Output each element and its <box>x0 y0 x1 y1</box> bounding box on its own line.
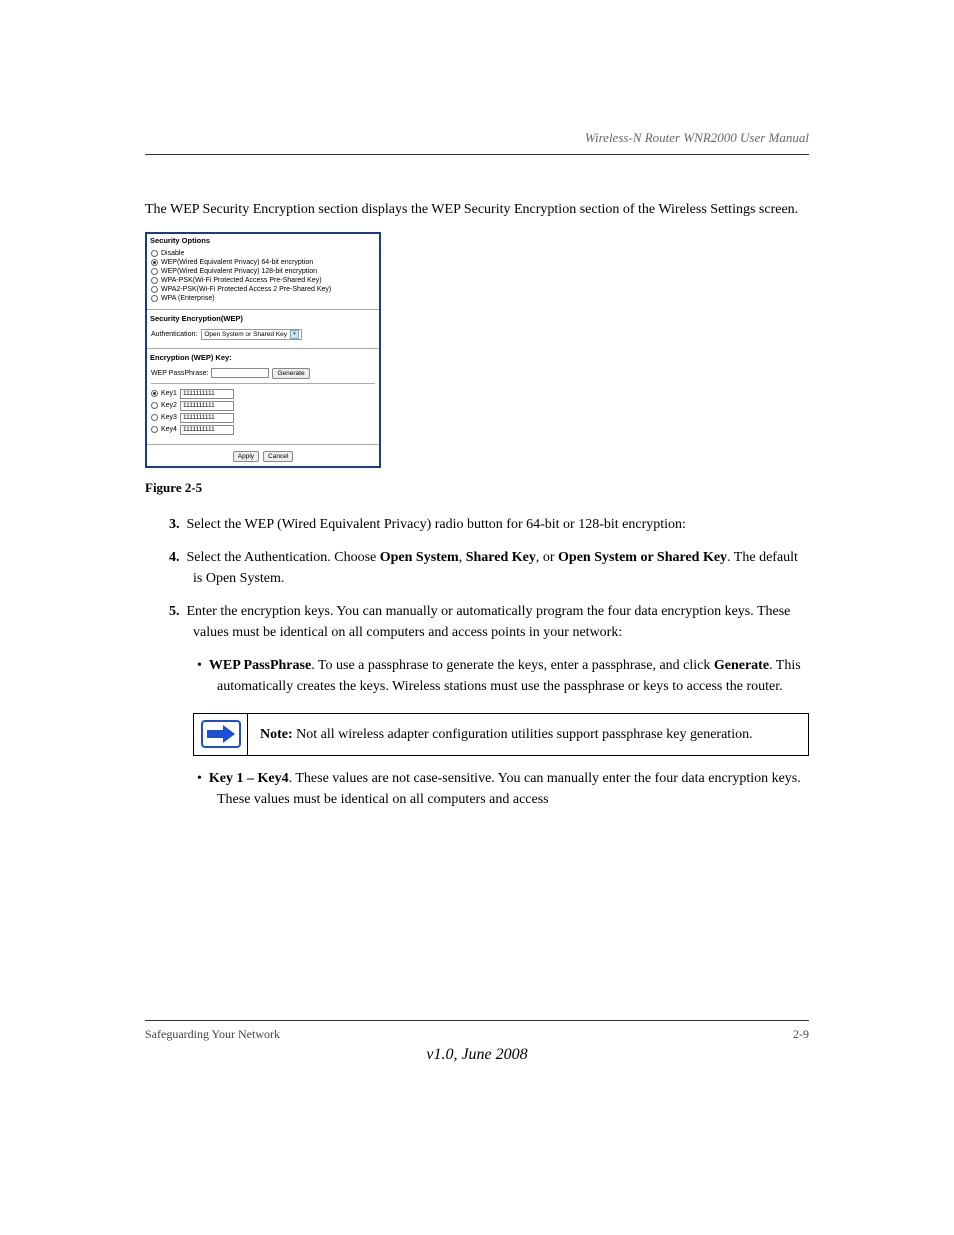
encryption-key-header: Encryption (WEP) Key: <box>147 351 379 364</box>
radio-icon <box>151 286 158 293</box>
note-label: Note: <box>260 727 293 742</box>
step-5: 5. Enter the encryption keys. You can ma… <box>145 601 809 643</box>
footer-divider <box>145 1020 809 1021</box>
option-wep128[interactable]: WEP(Wired Equivalent Privacy) 128-bit en… <box>151 267 375 276</box>
radio-icon <box>151 259 158 266</box>
key1-input[interactable] <box>180 389 234 399</box>
note-container: Note: Not all wireless adapter configura… <box>145 713 809 756</box>
option-wpa-psk[interactable]: WPA-PSK(Wi-Fi Protected Access Pre-Share… <box>151 276 375 285</box>
security-options-header: Security Options <box>147 234 379 247</box>
section-divider <box>147 309 379 310</box>
radio-icon <box>151 295 158 302</box>
option-label: WPA (Enterprise) <box>161 295 215 302</box>
key-label: Key4 <box>161 426 177 433</box>
option-label: Disable <box>161 250 184 257</box>
radio-icon <box>151 268 158 275</box>
option-label: WEP(Wired Equivalent Privacy) 64-bit enc… <box>161 259 313 266</box>
step-number: 5. <box>169 604 180 619</box>
footer-right: 2-9 <box>793 1027 809 1042</box>
option-label: WPA2-PSK(Wi-Fi Protected Access 2 Pre-Sh… <box>161 286 331 293</box>
key2-input[interactable] <box>180 401 234 411</box>
footer-left: Safeguarding Your Network <box>145 1027 280 1042</box>
bold-key1-4: Key 1 – Key4 <box>209 771 289 786</box>
radio-icon <box>151 250 158 257</box>
radio-icon <box>151 390 158 397</box>
note-body: Not all wireless adapter configuration u… <box>293 727 753 742</box>
option-wpa2-psk[interactable]: WPA2-PSK(Wi-Fi Protected Access 2 Pre-Sh… <box>151 285 375 294</box>
apply-button[interactable]: Apply <box>233 451 259 462</box>
note-icon-cell <box>194 714 248 755</box>
chevron-down-icon: ▾ <box>290 330 299 339</box>
step-number: 3. <box>169 517 180 532</box>
footer-version: v1.0, June 2008 <box>426 1046 527 1063</box>
generate-button[interactable]: Generate <box>272 368 309 379</box>
header-divider <box>145 154 809 155</box>
intro-paragraph: The WEP Security Encryption section disp… <box>145 200 809 220</box>
bold-open-system: Open System <box>380 550 459 565</box>
passphrase-label: WEP PassPhrase: <box>151 370 208 377</box>
radio-icon <box>151 426 158 433</box>
step-4: 4. Select the Authentication. Choose Ope… <box>145 547 809 589</box>
option-wep64[interactable]: WEP(Wired Equivalent Privacy) 64-bit enc… <box>151 258 375 267</box>
security-encryption-header: Security Encryption(WEP) <box>147 312 379 325</box>
step-text: . These values are not case-sensitive. Y… <box>217 771 801 807</box>
step-text: Select the WEP (Wired Equivalent Privacy… <box>187 517 686 532</box>
key4-row[interactable]: Key4 <box>151 424 375 436</box>
doc-header-title: Wireless-N Router WNR2000 User Manual <box>145 130 809 146</box>
option-wpa-enterprise[interactable]: WPA (Enterprise) <box>151 294 375 303</box>
step-text: Enter the encryption keys. You can manua… <box>187 604 791 640</box>
key1-row[interactable]: Key1 <box>151 388 375 400</box>
section-divider <box>147 348 379 349</box>
step-text: Select the Authentication. Choose <box>187 550 380 565</box>
bullet: • <box>197 658 202 673</box>
step-text: , or <box>536 550 558 565</box>
authentication-select[interactable]: Open System or Shared Key ▾ <box>201 329 302 340</box>
step-text: , <box>459 550 466 565</box>
bullet: • <box>197 771 202 786</box>
radio-icon <box>151 414 158 421</box>
key3-input[interactable] <box>180 413 234 423</box>
step-text: . To use a passphrase to generate the ke… <box>311 658 714 673</box>
step-5a: • WEP PassPhrase. To use a passphrase to… <box>145 655 809 697</box>
radio-icon <box>151 277 158 284</box>
option-disable[interactable]: Disable <box>151 249 375 258</box>
passphrase-input[interactable] <box>211 368 269 378</box>
option-label: WEP(Wired Equivalent Privacy) 128-bit en… <box>161 268 317 275</box>
key-label: Key3 <box>161 414 177 421</box>
step-5b: • Key 1 – Key4. These values are not cas… <box>145 768 809 810</box>
bold-generate: Generate <box>714 658 769 673</box>
bold-passphrase: WEP PassPhrase <box>209 658 311 673</box>
option-label: WPA-PSK(Wi-Fi Protected Access Pre-Share… <box>161 277 322 284</box>
figure-caption: Figure 2-5 <box>145 480 809 496</box>
bold-shared-key: Shared Key <box>466 550 536 565</box>
cancel-button[interactable]: Cancel <box>263 451 293 462</box>
key4-input[interactable] <box>180 425 234 435</box>
arrow-right-icon <box>201 720 241 748</box>
key3-row[interactable]: Key3 <box>151 412 375 424</box>
authentication-label: Authentication: <box>151 331 197 338</box>
step-3: 3. Select the WEP (Wired Equivalent Priv… <box>145 514 809 535</box>
note-text: Note: Not all wireless adapter configura… <box>248 714 765 755</box>
select-value: Open System or Shared Key <box>204 331 287 338</box>
wep-settings-screenshot: Security Options Disable WEP(Wired Equiv… <box>145 232 381 468</box>
section-divider <box>151 383 375 384</box>
radio-icon <box>151 402 158 409</box>
bold-combo: Open System or Shared Key <box>558 550 727 565</box>
key-label: Key2 <box>161 402 177 409</box>
key2-row[interactable]: Key2 <box>151 400 375 412</box>
key-label: Key1 <box>161 390 177 397</box>
step-number: 4. <box>169 550 180 565</box>
